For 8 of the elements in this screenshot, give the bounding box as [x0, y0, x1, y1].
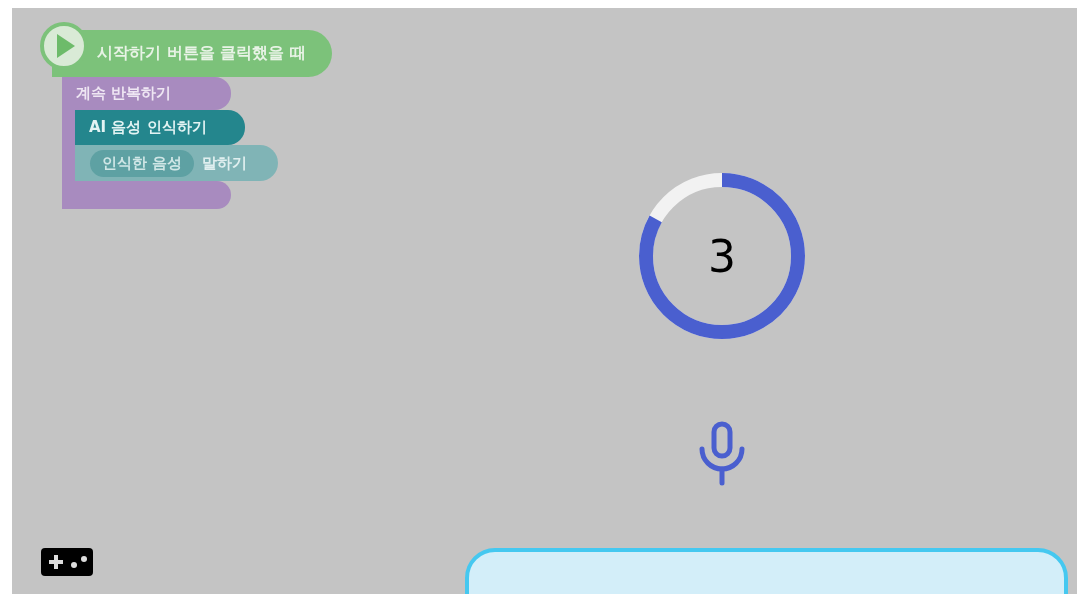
voice-recognition-block[interactable]: AI 음성 인식하기 — [75, 110, 245, 145]
start-event-block[interactable]: 시작하기 버튼을 클릭했을 때 — [52, 30, 332, 77]
microphone-icon — [697, 421, 747, 487]
gamepad-icon[interactable] — [41, 548, 93, 576]
say-block[interactable]: 인식한 음성 말하기 — [75, 145, 278, 181]
repeat-forever-block[interactable]: 계속 반복하기 — [62, 77, 231, 110]
countdown-number: 3 — [708, 230, 736, 282]
recognized-voice-reporter[interactable]: 인식한 음성 — [90, 149, 195, 177]
